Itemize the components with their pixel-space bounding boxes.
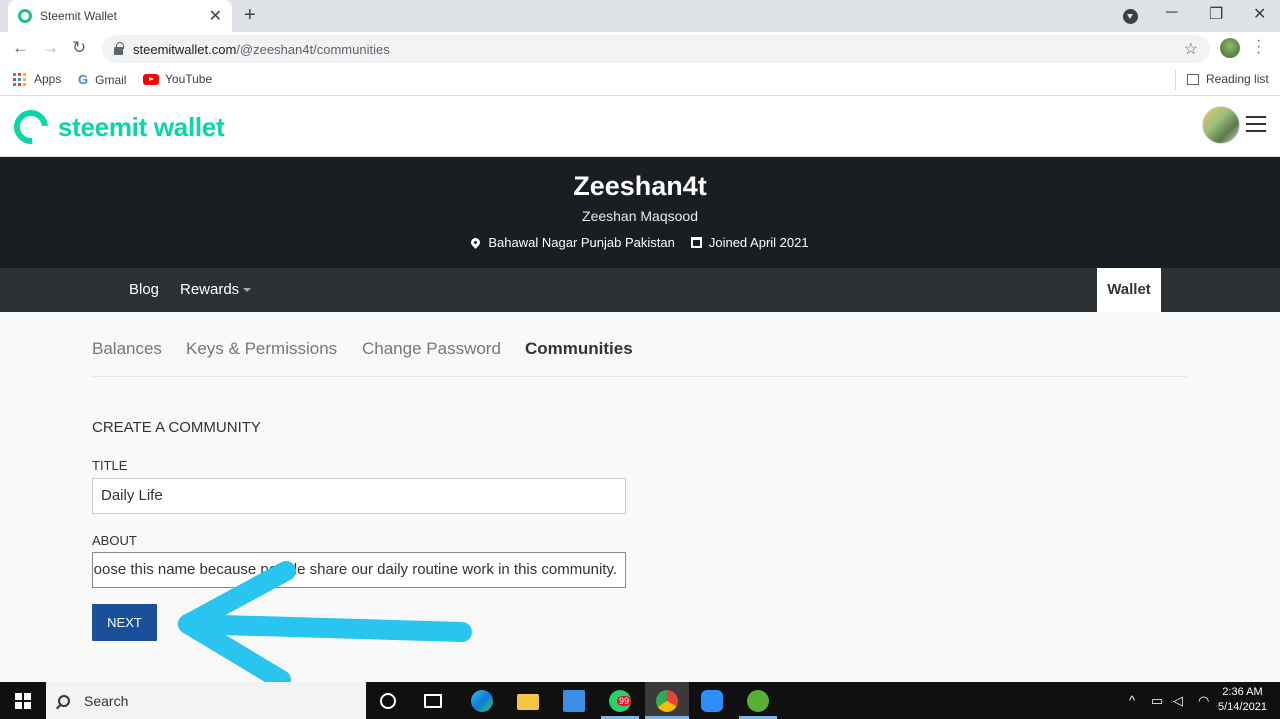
tray-expand-icon[interactable]: ^ [1129, 693, 1135, 708]
search-icon [58, 694, 70, 707]
about-label: ABOUT [92, 533, 137, 548]
nav-blog[interactable]: Blog [129, 281, 159, 298]
bookmark-gmail[interactable]: G Gmail [78, 72, 126, 87]
zoom-icon[interactable] [701, 690, 723, 712]
back-icon[interactable]: ← [12, 38, 29, 58]
taskbar-search-label: Search [84, 692, 129, 709]
edge-icon[interactable] [471, 690, 493, 712]
profile-joined: Joined April 2021 [708, 235, 809, 250]
browser-toolbar: ← → ↻ steemitwallet.com/@zeeshan4t/commu… [0, 32, 1280, 65]
bookmarks-bar: Apps G Gmail YouTube Reading list [0, 65, 1280, 96]
windows-taskbar: Search ^ ▭ ◁ ◠ 2:36 AM 5/14/2021 [0, 682, 1280, 719]
reload-icon[interactable]: ↻ [72, 38, 86, 58]
logo-text: steemit wallet [58, 111, 225, 142]
minimize-icon[interactable]: ─ [1166, 4, 1177, 22]
taskbar-search[interactable]: Search [46, 682, 366, 719]
section-title: CREATE A COMMUNITY [92, 419, 261, 436]
nav-wallet[interactable]: Wallet [1097, 268, 1161, 312]
profile-username: Zeeshan4t [573, 171, 707, 201]
forward-icon[interactable]: → [42, 38, 59, 58]
profile-full-name: Zeeshan Maqsood [582, 208, 698, 224]
chrome-profile-menu-icon[interactable] [1123, 9, 1138, 24]
browser-tab-strip: Steemit Wallet ✕ + ─ ❐ ✕ [0, 0, 1280, 32]
location-pin-icon [469, 236, 483, 249]
site-header: steemit wallet [0, 96, 1280, 157]
wallet-subnav: Balances Keys & Permissions Change Passw… [92, 339, 1187, 377]
volume-icon[interactable]: ◁ [1173, 693, 1183, 709]
tab-communities[interactable]: Communities [525, 339, 633, 359]
reading-list-label: Reading list [1206, 72, 1269, 86]
profile-banner: Zeeshan4t Zeeshan Maqsood Bahawal Nagar … [0, 157, 1280, 268]
tab-keys-permissions[interactable]: Keys & Permissions [186, 339, 337, 359]
new-tab-icon[interactable]: + [244, 4, 256, 27]
store-icon[interactable] [563, 690, 585, 712]
reading-list[interactable]: Reading list [1187, 72, 1269, 86]
reading-list-icon [1187, 73, 1199, 85]
restore-icon[interactable]: ❐ [1209, 4, 1223, 24]
tab-balances[interactable]: Balances [92, 339, 162, 359]
battery-icon[interactable]: ▭ [1151, 693, 1163, 709]
nav-rewards[interactable]: Rewards [180, 281, 252, 298]
title-input[interactable]: Daily Life [92, 478, 626, 514]
nav-rewards-label: Rewards [180, 281, 240, 298]
profile-nav: Blog Rewards Wallet [0, 268, 1280, 312]
profile-meta: Bahawal Nagar Punjab Pakistan Joined Apr… [0, 235, 1280, 250]
google-icon: G [78, 72, 89, 87]
chrome-icon[interactable] [656, 690, 678, 712]
close-window-icon[interactable]: ✕ [1253, 4, 1266, 24]
youtube-icon [143, 73, 159, 85]
file-explorer-icon[interactable] [517, 694, 539, 710]
taskbar-clock[interactable]: 2:36 AM 5/14/2021 [1218, 685, 1267, 715]
caret-down-icon [243, 288, 252, 293]
title-label: TITLE [92, 458, 128, 473]
bookmark-label: Gmail [95, 72, 127, 87]
tab-title: Steemit Wallet [40, 9, 117, 23]
hamburger-menu-icon[interactable] [1246, 116, 1266, 137]
browser-tab[interactable]: Steemit Wallet ✕ [8, 0, 232, 32]
url-path: /@zeeshan4t/communities [236, 41, 390, 57]
steemit-favicon-icon [18, 9, 32, 23]
task-view-icon[interactable] [424, 694, 442, 708]
wifi-icon[interactable]: ◠ [1198, 693, 1209, 709]
cortana-icon[interactable] [380, 693, 396, 709]
url-host: steemitwallet.com [133, 41, 237, 57]
chrome-profile-avatar[interactable] [1220, 38, 1240, 58]
steemit-logo-icon [7, 103, 55, 151]
bookmark-apps[interactable]: Apps [13, 72, 61, 86]
whatsapp-badge: 99 [617, 696, 632, 706]
utorrent-icon[interactable] [747, 690, 769, 712]
chrome-menu-icon[interactable]: · · · [1256, 33, 1261, 61]
tab-change-password[interactable]: Change Password [362, 339, 501, 359]
main-content: Balances Keys & Permissions Change Passw… [0, 312, 1280, 682]
bookmark-label: YouTube [165, 72, 213, 86]
clock-time: 2:36 AM [1222, 686, 1263, 698]
next-button[interactable]: NEXT [92, 604, 157, 641]
lock-icon [114, 42, 124, 55]
bookmark-label: Apps [34, 72, 62, 86]
about-input-value: I choose this name because people share … [92, 561, 617, 578]
bookmark-star-icon[interactable]: ☆ [1184, 39, 1198, 59]
steemit-logo[interactable]: steemit wallet [7, 103, 225, 151]
close-tab-icon[interactable]: ✕ [209, 6, 222, 26]
windows-start-icon[interactable] [15, 693, 31, 709]
user-avatar[interactable] [1202, 106, 1240, 144]
apps-grid-icon [13, 72, 26, 86]
address-bar[interactable]: steemitwallet.com/@zeeshan4t/communities… [102, 35, 1210, 63]
clock-date: 5/14/2021 [1218, 701, 1267, 713]
divider [1175, 70, 1176, 90]
profile-location: Bahawal Nagar Punjab Pakistan [488, 235, 675, 250]
calendar-icon [690, 237, 702, 248]
about-input[interactable]: I choose this name because people share … [92, 552, 626, 588]
bookmark-youtube[interactable]: YouTube [143, 72, 212, 86]
